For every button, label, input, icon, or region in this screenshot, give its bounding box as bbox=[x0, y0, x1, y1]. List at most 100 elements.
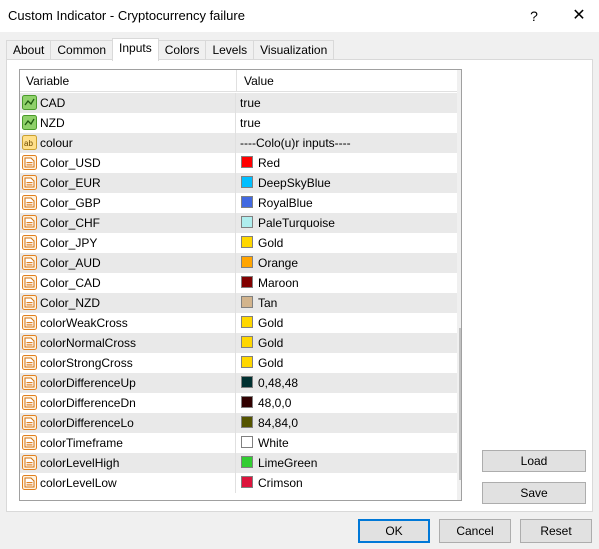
tab-strip: About Common Inputs Colors Levels Visualizati… bbox=[6, 38, 335, 61]
grid-row[interactable]: colorDifferenceDn 48,0,0 bbox=[20, 393, 457, 413]
tab-visualization[interactable]: Visualization bbox=[253, 40, 335, 61]
tab-about[interactable]: About bbox=[6, 40, 52, 61]
variable-label: Color_USD bbox=[40, 156, 101, 170]
value-cell[interactable]: Gold bbox=[236, 233, 457, 253]
grid-row[interactable]: colorNormalCross Gold bbox=[20, 333, 457, 353]
grid-row[interactable]: colorDifferenceUp 0,48,48 bbox=[20, 373, 457, 393]
color-icon bbox=[22, 475, 37, 490]
value-cell[interactable]: DeepSkyBlue bbox=[236, 173, 457, 193]
value-cell[interactable]: Gold bbox=[236, 333, 457, 353]
grid-row[interactable]: colorLevelHigh LimeGreen bbox=[20, 453, 457, 473]
variable-cell[interactable]: colorNormalCross bbox=[20, 333, 236, 353]
value-cell[interactable]: Gold bbox=[236, 353, 457, 373]
value-cell[interactable]: Gold bbox=[236, 313, 457, 333]
grid-row[interactable]: colorLevelLow Crimson bbox=[20, 473, 457, 493]
vertical-scrollbar[interactable]: ▲ ▼ bbox=[457, 70, 461, 500]
value-text: RoyalBlue bbox=[258, 196, 313, 210]
reset-button[interactable]: Reset bbox=[520, 519, 592, 543]
color-swatch bbox=[241, 156, 253, 168]
grid-row[interactable]: Color_CAD Maroon bbox=[20, 273, 457, 293]
value-text: 84,84,0 bbox=[258, 416, 299, 430]
grid-row[interactable]: Color_EUR DeepSkyBlue bbox=[20, 173, 457, 193]
value-cell[interactable]: 48,0,0 bbox=[236, 393, 457, 413]
grid-row[interactable]: NZD true bbox=[20, 113, 457, 133]
variable-cell[interactable]: colorLevelLow bbox=[20, 473, 236, 493]
scroll-down-arrow-icon[interactable]: ▼ bbox=[457, 483, 461, 500]
value-text: ----Colo(u)r inputs---- bbox=[240, 136, 351, 150]
variable-label: NZD bbox=[40, 116, 65, 130]
variable-cell[interactable]: colorLevelHigh bbox=[20, 453, 236, 473]
grid-row[interactable]: colorWeakCross Gold bbox=[20, 313, 457, 333]
grid-row[interactable]: Color_AUD Orange bbox=[20, 253, 457, 273]
help-icon[interactable]: ? bbox=[522, 4, 546, 28]
variable-cell[interactable]: Color_CAD bbox=[20, 273, 236, 293]
value-cell[interactable]: Maroon bbox=[236, 273, 457, 293]
header-value[interactable]: Value bbox=[244, 74, 274, 88]
tab-levels[interactable]: Levels bbox=[205, 40, 255, 61]
variable-cell[interactable]: Color_JPY bbox=[20, 233, 236, 253]
cancel-button[interactable]: Cancel bbox=[439, 519, 511, 543]
color-icon bbox=[22, 295, 37, 310]
value-cell[interactable]: Crimson bbox=[236, 473, 457, 493]
variable-label: colorTimeframe bbox=[40, 436, 123, 450]
value-cell[interactable]: ----Colo(u)r inputs---- bbox=[236, 133, 457, 153]
grid-row[interactable]: Color_GBP RoyalBlue bbox=[20, 193, 457, 213]
header-divider[interactable] bbox=[236, 70, 237, 92]
variable-cell[interactable]: colorTimeframe bbox=[20, 433, 236, 453]
variable-cell[interactable]: CAD bbox=[20, 93, 236, 113]
value-cell[interactable]: 0,48,48 bbox=[236, 373, 457, 393]
load-button[interactable]: Load bbox=[482, 450, 586, 472]
variable-cell[interactable]: ab colour bbox=[20, 133, 236, 153]
variable-cell[interactable]: Color_CHF bbox=[20, 213, 236, 233]
header-variable[interactable]: Variable bbox=[26, 74, 69, 88]
grid-row[interactable]: colorDifferenceLo 84,84,0 bbox=[20, 413, 457, 433]
variable-cell[interactable]: colorDifferenceLo bbox=[20, 413, 236, 433]
variable-cell[interactable]: Color_AUD bbox=[20, 253, 236, 273]
value-cell[interactable]: White bbox=[236, 433, 457, 453]
close-icon[interactable]: ✕ bbox=[565, 4, 593, 28]
value-cell[interactable]: true bbox=[236, 93, 457, 113]
grid-row[interactable]: Color_NZD Tan bbox=[20, 293, 457, 313]
variable-label: colorDifferenceDn bbox=[40, 396, 136, 410]
grid-row[interactable]: colorStrongCross Gold bbox=[20, 353, 457, 373]
value-cell[interactable]: Tan bbox=[236, 293, 457, 313]
grid-row[interactable]: Color_USD Red bbox=[20, 153, 457, 173]
value-cell[interactable]: RoyalBlue bbox=[236, 193, 457, 213]
value-cell[interactable]: Orange bbox=[236, 253, 457, 273]
tab-inputs[interactable]: Inputs bbox=[112, 38, 159, 61]
variable-cell[interactable]: colorDifferenceDn bbox=[20, 393, 236, 413]
grid-row[interactable]: colorTimeframe White bbox=[20, 433, 457, 453]
tab-common[interactable]: Common bbox=[50, 40, 114, 61]
variable-label: Color_EUR bbox=[40, 176, 101, 190]
variable-label: Color_CAD bbox=[40, 276, 101, 290]
color-icon bbox=[22, 195, 37, 210]
variable-cell[interactable]: Color_NZD bbox=[20, 293, 236, 313]
ok-button[interactable]: OK bbox=[358, 519, 430, 543]
value-text: Orange bbox=[258, 256, 299, 270]
variable-cell[interactable]: NZD bbox=[20, 113, 236, 133]
variable-cell[interactable]: Color_EUR bbox=[20, 173, 236, 193]
tab-colors[interactable]: Colors bbox=[157, 40, 207, 61]
value-cell[interactable]: PaleTurquoise bbox=[236, 213, 457, 233]
value-cell[interactable]: true bbox=[236, 113, 457, 133]
grid-row[interactable]: ab colour ----Colo(u)r inputs---- bbox=[20, 133, 457, 153]
grid-row[interactable]: Color_CHF PaleTurquoise bbox=[20, 213, 457, 233]
color-swatch bbox=[241, 356, 253, 368]
value-cell[interactable]: LimeGreen bbox=[236, 453, 457, 473]
grid-row[interactable]: CAD true bbox=[20, 93, 457, 113]
color-icon bbox=[22, 175, 37, 190]
color-swatch bbox=[241, 196, 253, 208]
variable-label: colour bbox=[40, 136, 73, 150]
variable-cell[interactable]: colorStrongCross bbox=[20, 353, 236, 373]
scroll-thumb[interactable] bbox=[459, 328, 461, 480]
variable-cell[interactable]: Color_USD bbox=[20, 153, 236, 173]
value-cell[interactable]: 84,84,0 bbox=[236, 413, 457, 433]
variable-cell[interactable]: Color_GBP bbox=[20, 193, 236, 213]
variable-cell[interactable]: colorDifferenceUp bbox=[20, 373, 236, 393]
scroll-up-arrow-icon[interactable]: ▲ bbox=[457, 70, 461, 87]
value-cell[interactable]: Red bbox=[236, 153, 457, 173]
variable-cell[interactable]: colorWeakCross bbox=[20, 313, 236, 333]
value-text: LimeGreen bbox=[258, 456, 318, 470]
save-button[interactable]: Save bbox=[482, 482, 586, 504]
grid-row[interactable]: Color_JPY Gold bbox=[20, 233, 457, 253]
